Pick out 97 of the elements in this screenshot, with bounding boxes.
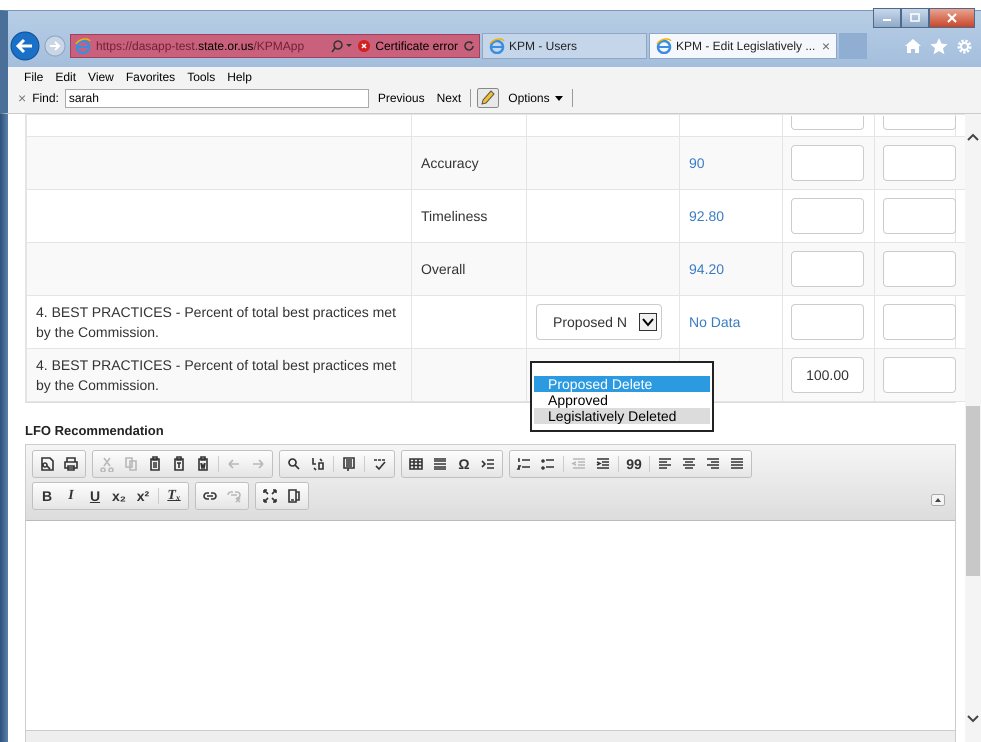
spellcheck-icon — [372, 456, 388, 472]
category-text: Overall — [421, 261, 466, 277]
close-tab-button[interactable]: × — [822, 38, 830, 54]
format-button[interactable]: I — [59, 485, 83, 507]
browser-tab[interactable]: KPM - Users — [482, 33, 647, 59]
unlink-icon — [226, 488, 242, 504]
select-all-icon — [341, 456, 357, 472]
find-label: Find: — [32, 91, 59, 105]
certificate-error-text[interactable]: Certificate error — [375, 39, 458, 53]
format-button[interactable]: x² — [131, 485, 155, 507]
cut-icon — [99, 456, 115, 472]
value-text: 94.20 — [689, 261, 724, 277]
caret-icon — [554, 96, 563, 100]
input-field[interactable] — [791, 198, 864, 234]
browser-tab[interactable]: KPM - Edit Legislatively ... × — [649, 33, 837, 59]
section-label: LFO Recommendation — [25, 423, 164, 438]
status-dropdown[interactable]: Proposed N — [536, 304, 662, 340]
format-button[interactable]: U — [83, 485, 107, 507]
scroll-up-icon[interactable] — [966, 132, 980, 142]
menu-item[interactable]: Edit — [55, 70, 76, 84]
format-button[interactable]: Tₓ — [162, 485, 186, 507]
input-field[interactable] — [883, 198, 956, 234]
measure-text: 4. BEST PRACTICES - Percent of total best practices met by the Commission. — [36, 304, 396, 340]
input-field[interactable] — [883, 145, 956, 181]
address-bar[interactable]: https://dasapp-test.state.or.us/KPMApp Certificate error — [70, 34, 480, 58]
value-text: 92.80 — [689, 208, 724, 224]
scroll-down-icon[interactable] — [966, 714, 980, 724]
bullist-icon — [540, 456, 556, 472]
measure-text: 4. BEST PRACTICES - Percent of total best practices met by the Commission. — [36, 357, 396, 393]
pencil-icon[interactable] — [477, 88, 500, 108]
browser-logo-icon — [75, 38, 91, 54]
pagebreak-icon — [480, 456, 496, 472]
category-text: Timeliness — [421, 208, 488, 224]
table-icon — [408, 456, 424, 472]
print-icon — [63, 456, 79, 472]
input-field[interactable] — [883, 116, 956, 130]
close-icon — [945, 13, 959, 23]
input-field[interactable] — [791, 251, 864, 287]
minimize-button[interactable] — [873, 8, 901, 28]
search-icon — [286, 456, 302, 472]
format-button[interactable]: x₂ — [107, 485, 131, 507]
back-button[interactable] — [10, 31, 40, 61]
align-right-icon — [705, 456, 721, 472]
find-field[interactable]: sarah — [64, 88, 369, 108]
replace-icon — [310, 456, 326, 472]
menu-item[interactable]: Help — [227, 70, 252, 84]
close-find-button[interactable]: × — [18, 90, 26, 106]
forward-button[interactable] — [44, 35, 66, 57]
align-left-icon — [657, 456, 673, 472]
options-button[interactable]: Options — [505, 91, 566, 105]
maximize-button[interactable] — [901, 8, 929, 28]
search-icon[interactable] — [331, 39, 354, 53]
outdent-icon — [571, 456, 587, 472]
maximize-icon — [908, 13, 922, 23]
paste-icon — [147, 456, 163, 472]
input-field[interactable] — [883, 357, 956, 393]
browser-logo-icon — [656, 38, 672, 54]
input-field[interactable] — [791, 116, 864, 130]
scrollbar-thumb[interactable] — [966, 406, 980, 576]
blocks-icon — [286, 488, 302, 504]
align-center-icon — [681, 456, 697, 472]
url-text: https://dasapp-test.state.or.us/KPMApp — [96, 39, 306, 53]
category-text: Accuracy — [421, 155, 479, 171]
dropdown-option[interactable]: Legislatively Deleted — [534, 408, 710, 424]
next-button[interactable]: Next — [434, 91, 464, 105]
caret-icon — [639, 313, 657, 331]
format-button[interactable]: B — [35, 485, 59, 507]
menu-item[interactable]: Favorites — [126, 70, 176, 84]
format-button[interactable]: 99 — [622, 453, 646, 475]
maximize-icon — [262, 488, 278, 504]
format-button[interactable]: Ω — [452, 453, 476, 475]
hline-icon — [432, 456, 448, 472]
numlist-icon — [516, 456, 532, 472]
close-button[interactable] — [929, 8, 975, 28]
paste-text-icon — [171, 456, 187, 472]
menu-item[interactable]: File — [24, 70, 44, 84]
value-text: 90 — [689, 155, 705, 171]
star-icon[interactable] — [930, 38, 948, 54]
copy-icon — [123, 456, 139, 472]
refresh-icon[interactable] — [463, 40, 475, 52]
menu-item[interactable]: Tools — [187, 70, 216, 84]
value-text: No Data — [689, 314, 740, 330]
browser-logo-icon — [489, 38, 505, 54]
justify-icon — [729, 456, 745, 472]
input-field[interactable] — [791, 304, 864, 340]
dropdown-option[interactable]: Approved — [534, 392, 710, 408]
collapse-toolbar-icon[interactable] — [931, 494, 945, 506]
input-field[interactable] — [883, 251, 956, 287]
indent-icon — [595, 456, 611, 472]
input-field[interactable]: 100.00 — [791, 357, 864, 393]
input-field[interactable] — [791, 145, 864, 181]
error-icon — [358, 40, 370, 52]
menu-item[interactable]: View — [88, 70, 114, 84]
preview-icon — [39, 456, 55, 472]
paste-word-icon — [195, 456, 211, 472]
input-field[interactable] — [883, 304, 956, 340]
previous-button[interactable]: Previous — [374, 91, 428, 105]
